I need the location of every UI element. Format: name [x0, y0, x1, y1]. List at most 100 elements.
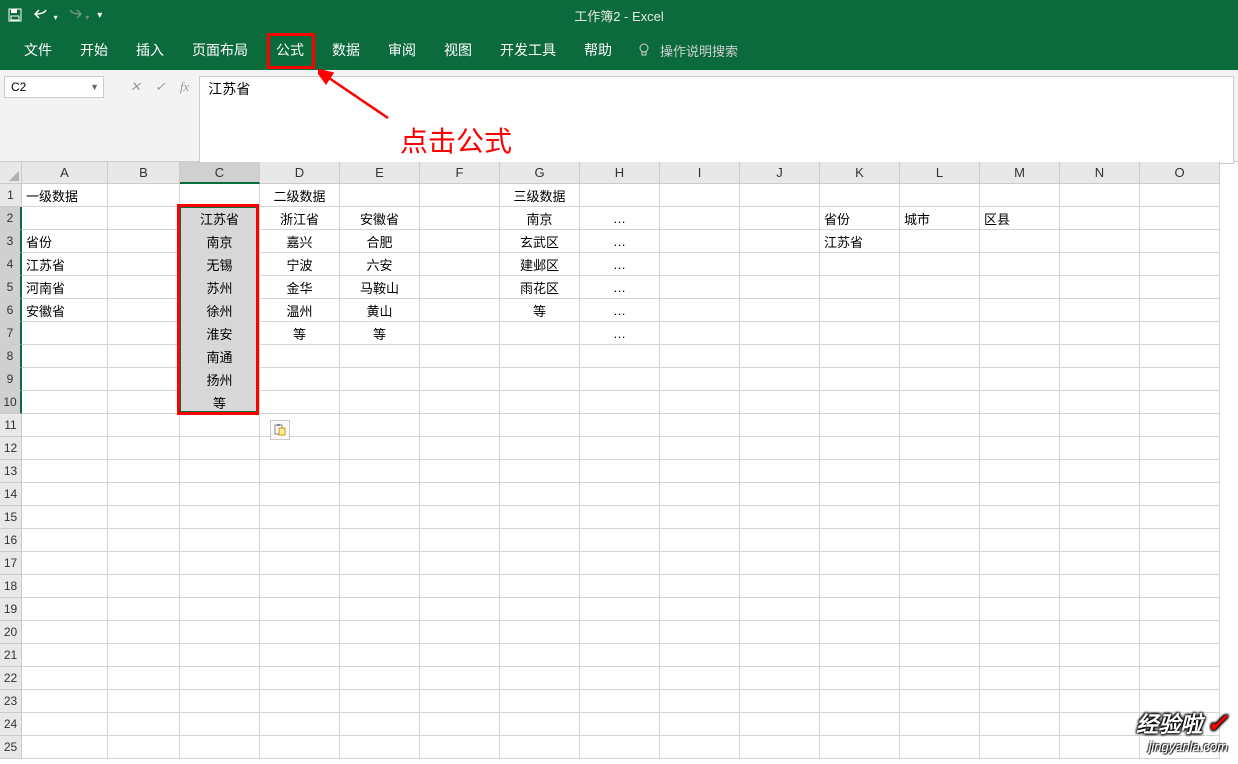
cell-E1[interactable]: [340, 184, 420, 207]
cell-K13[interactable]: [820, 460, 900, 483]
col-header-E[interactable]: E: [340, 162, 420, 184]
cell-D8[interactable]: [260, 345, 340, 368]
cell-I13[interactable]: [660, 460, 740, 483]
cell-C12[interactable]: [180, 437, 260, 460]
cell-G9[interactable]: [500, 368, 580, 391]
cell-M25[interactable]: [980, 736, 1060, 759]
cell-N12[interactable]: [1060, 437, 1140, 460]
cell-J11[interactable]: [740, 414, 820, 437]
cell-O12[interactable]: [1140, 437, 1220, 460]
cell-H22[interactable]: [580, 667, 660, 690]
cell-M19[interactable]: [980, 598, 1060, 621]
cell-D14[interactable]: [260, 483, 340, 506]
cell-I10[interactable]: [660, 391, 740, 414]
cell-N7[interactable]: [1060, 322, 1140, 345]
cell-H5[interactable]: …: [580, 276, 660, 299]
cell-D9[interactable]: [260, 368, 340, 391]
col-header-A[interactable]: A: [22, 162, 108, 184]
cell-N13[interactable]: [1060, 460, 1140, 483]
ribbon-tab-3[interactable]: 页面布局: [178, 30, 262, 70]
cancel-formula-icon[interactable]: ✕: [130, 79, 141, 95]
cell-A11[interactable]: [22, 414, 108, 437]
cell-M1[interactable]: [980, 184, 1060, 207]
cell-O10[interactable]: [1140, 391, 1220, 414]
cell-F21[interactable]: [420, 644, 500, 667]
cell-J14[interactable]: [740, 483, 820, 506]
cell-O25[interactable]: [1140, 736, 1220, 759]
cell-J24[interactable]: [740, 713, 820, 736]
cell-F17[interactable]: [420, 552, 500, 575]
cell-B2[interactable]: [108, 207, 180, 230]
cell-M6[interactable]: [980, 299, 1060, 322]
cell-M11[interactable]: [980, 414, 1060, 437]
cell-O3[interactable]: [1140, 230, 1220, 253]
cell-F16[interactable]: [420, 529, 500, 552]
cell-D7[interactable]: 等: [260, 322, 340, 345]
cell-L19[interactable]: [900, 598, 980, 621]
cell-O18[interactable]: [1140, 575, 1220, 598]
cell-E22[interactable]: [340, 667, 420, 690]
cell-H18[interactable]: [580, 575, 660, 598]
cell-K21[interactable]: [820, 644, 900, 667]
cell-D10[interactable]: [260, 391, 340, 414]
cell-G7[interactable]: [500, 322, 580, 345]
cell-J15[interactable]: [740, 506, 820, 529]
fx-icon[interactable]: fx: [180, 79, 189, 95]
cell-E12[interactable]: [340, 437, 420, 460]
cell-I7[interactable]: [660, 322, 740, 345]
cell-E9[interactable]: [340, 368, 420, 391]
cell-H2[interactable]: …: [580, 207, 660, 230]
cell-G13[interactable]: [500, 460, 580, 483]
cell-I11[interactable]: [660, 414, 740, 437]
qat-customize-icon[interactable]: ▾: [97, 10, 102, 21]
cell-I1[interactable]: [660, 184, 740, 207]
row-header-1[interactable]: 1: [0, 184, 22, 207]
name-box[interactable]: C2 ▼: [4, 76, 104, 98]
cell-E11[interactable]: [340, 414, 420, 437]
cell-G14[interactable]: [500, 483, 580, 506]
cell-F13[interactable]: [420, 460, 500, 483]
save-icon[interactable]: [8, 8, 22, 22]
cell-B11[interactable]: [108, 414, 180, 437]
cell-E18[interactable]: [340, 575, 420, 598]
cell-E13[interactable]: [340, 460, 420, 483]
cell-B8[interactable]: [108, 345, 180, 368]
cell-A21[interactable]: [22, 644, 108, 667]
cell-L6[interactable]: [900, 299, 980, 322]
cell-L9[interactable]: [900, 368, 980, 391]
cell-J2[interactable]: [740, 207, 820, 230]
row-header-3[interactable]: 3: [0, 230, 22, 253]
cell-D18[interactable]: [260, 575, 340, 598]
cell-A2[interactable]: [22, 207, 108, 230]
cell-O22[interactable]: [1140, 667, 1220, 690]
cell-O8[interactable]: [1140, 345, 1220, 368]
cell-K7[interactable]: [820, 322, 900, 345]
cell-C9[interactable]: 扬州: [180, 368, 260, 391]
cell-C18[interactable]: [180, 575, 260, 598]
cell-A14[interactable]: [22, 483, 108, 506]
cell-E7[interactable]: 等: [340, 322, 420, 345]
cell-H7[interactable]: …: [580, 322, 660, 345]
cell-L3[interactable]: [900, 230, 980, 253]
col-header-N[interactable]: N: [1060, 162, 1140, 184]
cell-C16[interactable]: [180, 529, 260, 552]
ribbon-tab-9[interactable]: 帮助: [570, 30, 626, 70]
row-header-21[interactable]: 21: [0, 644, 22, 667]
cell-O16[interactable]: [1140, 529, 1220, 552]
cell-E20[interactable]: [340, 621, 420, 644]
cell-D5[interactable]: 金华: [260, 276, 340, 299]
spreadsheet-grid[interactable]: ABCDEFGHIJKLMNO 123456789101112131415161…: [0, 162, 1238, 764]
cell-I9[interactable]: [660, 368, 740, 391]
cell-A13[interactable]: [22, 460, 108, 483]
cell-M10[interactable]: [980, 391, 1060, 414]
col-header-G[interactable]: G: [500, 162, 580, 184]
cell-M5[interactable]: [980, 276, 1060, 299]
cell-M14[interactable]: [980, 483, 1060, 506]
cell-M16[interactable]: [980, 529, 1060, 552]
cell-J18[interactable]: [740, 575, 820, 598]
row-header-15[interactable]: 15: [0, 506, 22, 529]
cell-L21[interactable]: [900, 644, 980, 667]
cell-E17[interactable]: [340, 552, 420, 575]
cell-M24[interactable]: [980, 713, 1060, 736]
cell-H10[interactable]: [580, 391, 660, 414]
